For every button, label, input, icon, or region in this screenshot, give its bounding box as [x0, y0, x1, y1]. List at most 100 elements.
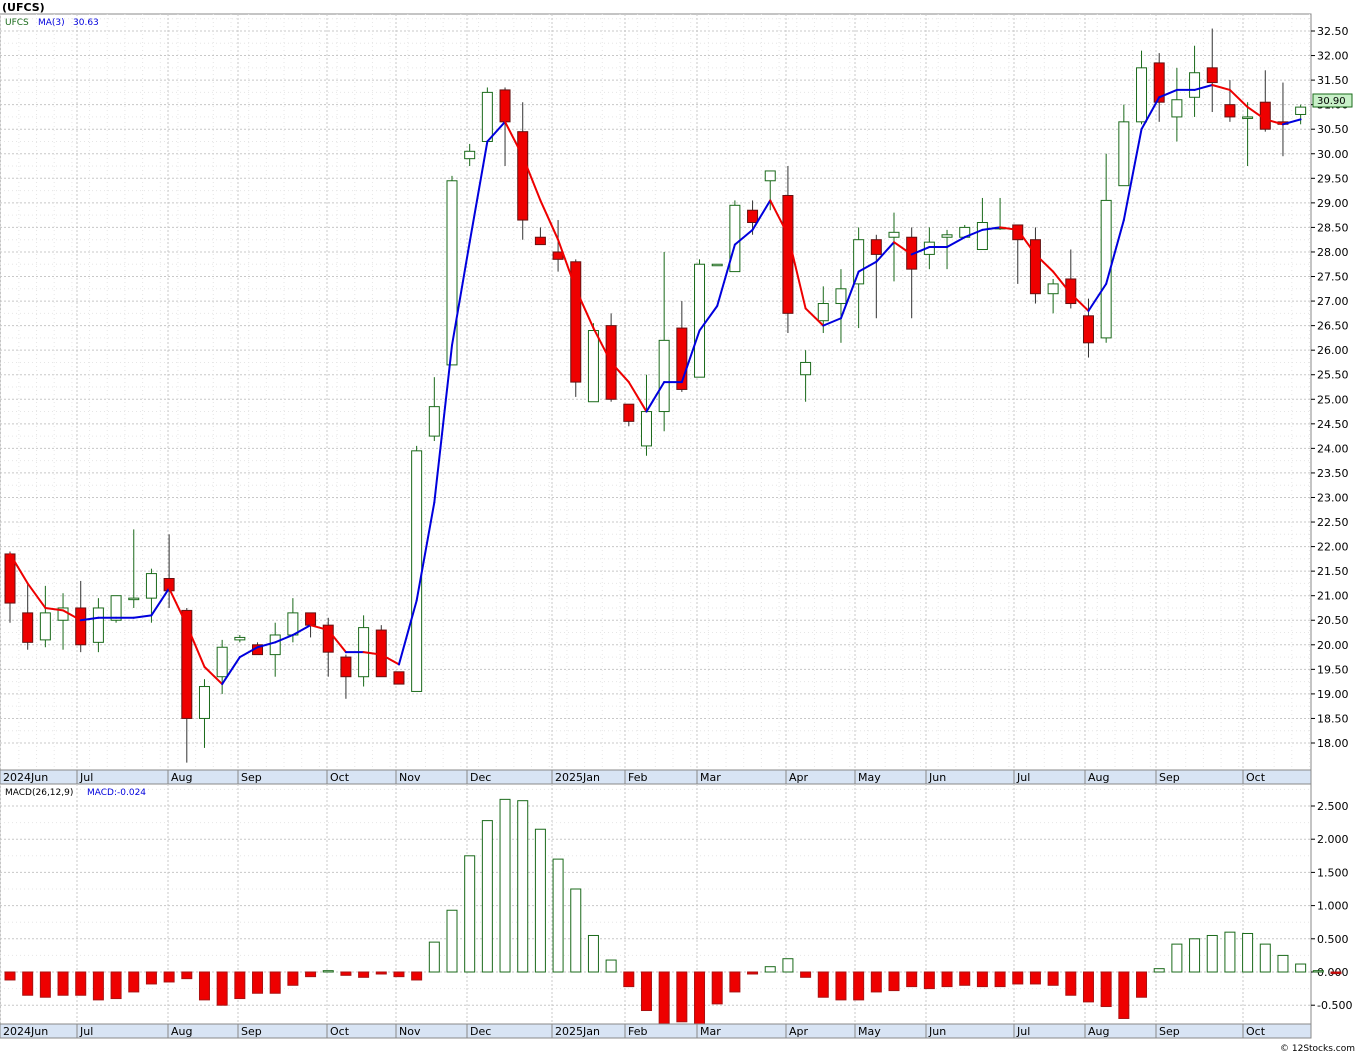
candle-body-down [75, 607, 87, 646]
candle-body-up [694, 263, 706, 378]
macd-bar-negative [305, 971, 317, 978]
macd-x-tick-label: Sep [241, 1025, 262, 1038]
price-x-tick-label: 2025Jan [555, 771, 600, 784]
candle-body-up [1242, 116, 1254, 119]
price-y-tick-label: 31.50 [1317, 74, 1349, 87]
candle [729, 200, 741, 273]
macd-bar-negative [729, 971, 741, 993]
price-x-tick-label: Feb [628, 771, 647, 784]
macd-bar-positive [605, 959, 617, 973]
candle-body-down [1082, 315, 1094, 344]
copyright-footer: © 12Stocks.com [1280, 1044, 1355, 1054]
price-y-tick-label: 20.50 [1317, 614, 1349, 627]
candle-body-up [464, 150, 476, 160]
macd-bar-positive [570, 888, 582, 973]
candle-body-down [1065, 278, 1077, 305]
price-y-tick-label: 28.50 [1317, 221, 1349, 234]
price-y-tick-label: 18.50 [1317, 712, 1349, 725]
candle-body-up [198, 686, 210, 719]
macd-x-tick-label: Sep [1159, 1025, 1180, 1038]
price-y-tick-label: 30.00 [1317, 148, 1349, 161]
macd-bar-negative [747, 971, 759, 975]
macd-bar-positive [1171, 943, 1183, 973]
price-y-tick-label: 19.00 [1317, 688, 1349, 701]
macd-x-axis-band [0, 1023, 1312, 1039]
price-y-tick-label: 23.00 [1317, 491, 1349, 504]
price-x-tick-label: Aug [171, 771, 192, 784]
price-y-tick-label: 23.50 [1317, 467, 1349, 480]
price-y-tick-label: 27.50 [1317, 271, 1349, 284]
price-x-tick-label: Jun [928, 771, 946, 784]
price-y-tick-label: 24.50 [1317, 418, 1349, 431]
candle-body-up [711, 263, 723, 267]
candle-body-down [1259, 101, 1271, 130]
macd-bar-negative [181, 971, 193, 980]
macd-bar-positive [764, 966, 776, 973]
price-y-tick-label: 30.50 [1317, 123, 1349, 136]
macd-x-tick-label: May [858, 1025, 881, 1038]
candle-body-down [22, 612, 34, 643]
macd-x-tick-label: Apr [789, 1025, 809, 1038]
macd-bar-negative [694, 971, 706, 1026]
macd-bar-negative [1065, 971, 1077, 996]
macd-bar-negative [923, 971, 935, 990]
macd-bar-negative [959, 971, 971, 986]
macd-bar-positive [481, 820, 493, 973]
price-y-tick-label: 20.00 [1317, 639, 1349, 652]
macd-bar-positive [1312, 970, 1324, 973]
price-legend-symbol: UFCS [5, 18, 29, 28]
price-y-tick-label: 26.00 [1317, 344, 1349, 357]
macd-bar-negative [269, 971, 281, 994]
macd-y-tick-label: 2.000 [1317, 833, 1349, 846]
macd-bar-positive [322, 970, 334, 973]
price-y-tick-label: 25.00 [1317, 393, 1349, 406]
macd-bar-negative [57, 971, 69, 996]
candle-body-down [1206, 67, 1218, 84]
macd-bar-negative [4, 971, 16, 981]
macd-x-tick-label: Aug [1088, 1025, 1109, 1038]
macd-legend-value: MACD:-0.024 [87, 788, 146, 798]
price-y-tick-label: 25.50 [1317, 369, 1349, 382]
candle-body-up [481, 91, 493, 142]
candle-body-up [640, 411, 652, 447]
candle-body-up [764, 170, 776, 182]
macd-x-tick-label: Oct [330, 1025, 350, 1038]
candle-body-up [1295, 106, 1307, 115]
price-x-tick-label: 2024Jun [3, 771, 48, 784]
price-x-tick-label: Mar [700, 771, 721, 784]
macd-bar-negative [252, 971, 264, 994]
macd-bar-negative [1118, 971, 1130, 1019]
candle-body-down [1224, 104, 1236, 118]
candle-body-up [269, 634, 281, 656]
macd-bar-negative [640, 971, 652, 1012]
macd-bar-negative [358, 971, 370, 978]
candle-body-up [1171, 99, 1183, 118]
candle-body-up [128, 597, 140, 601]
price-x-tick-label: Jul [1016, 771, 1030, 784]
candle-body-up [287, 612, 299, 636]
macd-x-tick-label: Nov [399, 1025, 421, 1038]
macd-bar-negative [145, 971, 157, 985]
macd-bar-positive [587, 934, 599, 973]
macd-bar-negative [128, 971, 140, 993]
macd-x-tick-label: Feb [628, 1025, 647, 1038]
candle-body-up [428, 406, 440, 437]
candle-body-up [888, 231, 900, 238]
macd-bar-negative [393, 971, 405, 978]
macd-bar-negative [817, 971, 829, 998]
candle-body-up [1047, 283, 1059, 295]
candle-body-up [800, 361, 812, 376]
candle-body-down [340, 656, 352, 678]
macd-bar-positive [464, 855, 476, 973]
candle-body-up [817, 303, 829, 322]
candle-body-up [110, 595, 122, 621]
macd-x-tick-label: Dec [470, 1025, 491, 1038]
candle-body-up [39, 612, 51, 641]
price-x-tick-label: Nov [399, 771, 421, 784]
price-x-tick-label: Jul [79, 771, 93, 784]
macd-y-tick-label: 2.500 [1317, 800, 1349, 813]
candle-body-down [747, 209, 759, 224]
candle-body-up [92, 607, 104, 643]
ma-legend-value: 30.63 [73, 18, 99, 28]
macd-bar-positive [1224, 931, 1236, 973]
